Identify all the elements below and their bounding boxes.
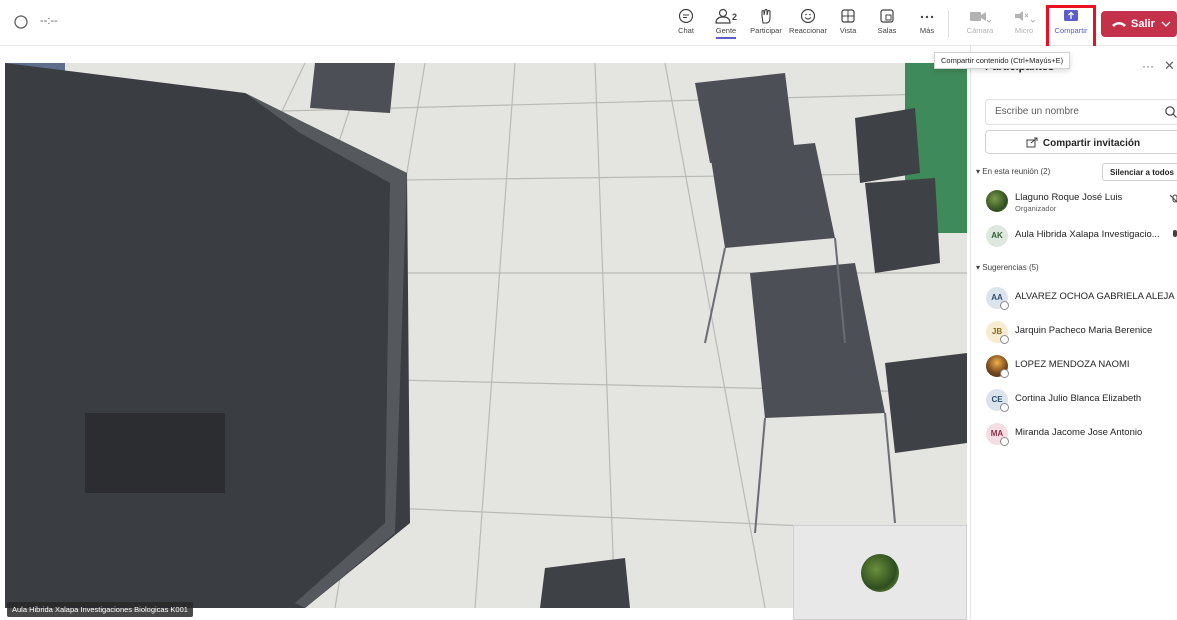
participant-name: Cortina Julio Blanca Elizabeth: [1015, 393, 1142, 404]
shield-icon: [14, 15, 28, 29]
participant-name: Jarquin Pacheco Maria Berenice: [1015, 325, 1153, 336]
microphone-label: Micro: [1014, 26, 1034, 35]
chat-icon: [678, 8, 694, 24]
view-label: Vista: [839, 26, 857, 35]
search-participants-input[interactable]: Escribe un nombre: [985, 99, 1177, 125]
share-tooltip: Compartir contenido (Ctrl+Mayús+E): [934, 52, 1071, 69]
phone-hangup-icon: [1112, 22, 1126, 27]
leave-label: Salir: [1131, 18, 1155, 30]
participant-row[interactable]: AK Aula Hibrida Xalapa Investigacio...: [986, 221, 1177, 251]
mic-off-icon: [1015, 11, 1036, 23]
share-invitation-button[interactable]: Compartir invitación: [985, 130, 1177, 154]
raise-hand-button[interactable]: Participar: [744, 6, 788, 42]
offline-status-icon: [1000, 437, 1009, 446]
people-count-badge: 2: [732, 12, 737, 22]
view-button[interactable]: Vista: [826, 6, 870, 42]
participant-name: ALVAREZ OCHOA GABRIELA ALEJAN...: [1015, 291, 1175, 302]
more-label: Más: [919, 26, 935, 35]
suggestions-section-header[interactable]: ▾ Sugerencias (5): [976, 263, 1039, 272]
suggestion-row[interactable]: LOPEZ MENDOZA NAOMI: [986, 351, 1177, 381]
participant-initials-avatar: AK: [986, 225, 1008, 247]
meeting-toolbar: --:-- Chat 2 Gente Participar Reaccionar…: [0, 0, 1177, 49]
chat-label: Chat: [678, 26, 694, 35]
raise-hand-label: Participar: [750, 26, 782, 35]
grid-view-icon: [841, 9, 855, 23]
chat-button[interactable]: Chat: [664, 6, 708, 42]
suggestion-row[interactable]: MA Miranda Jacome Jose Antonio: [986, 419, 1177, 449]
more-button[interactable]: Más: [905, 6, 949, 42]
breakout-rooms-label: Salas: [877, 26, 897, 35]
participants-panel: Participantes ··· ✕ Escribe un nombre Co…: [970, 46, 1177, 620]
chevron-down-icon[interactable]: [1161, 20, 1171, 28]
video-participant-label: Aula Hibrida Xalapa Investigaciones Biol…: [7, 602, 193, 617]
camera-label: Cámara: [966, 26, 994, 35]
camera-button[interactable]: Cámara: [958, 6, 1002, 42]
suggestions-label: Sugerencias (5): [982, 263, 1039, 272]
toolbar-divider: [948, 10, 949, 38]
participant-name: Miranda Jacome Jose Antonio: [1015, 427, 1143, 438]
people-button[interactable]: 2 Gente: [704, 6, 748, 42]
panel-more-icon[interactable]: ···: [1142, 59, 1154, 73]
people-icon: 2: [715, 8, 737, 24]
suggestion-row[interactable]: JB Jarquin Pacheco Maria Berenice: [986, 317, 1177, 347]
camera-off-icon: [970, 12, 992, 23]
in-meeting-label: En esta reunión (2): [982, 167, 1051, 176]
self-avatar: [861, 554, 899, 592]
close-icon[interactable]: ✕: [1164, 58, 1175, 74]
participant-photo-avatar: [986, 190, 1008, 212]
meeting-timer: --:--: [40, 15, 58, 27]
offline-status-icon: [1000, 403, 1009, 412]
share-out-icon: [1026, 137, 1038, 148]
participant-name: Llaguno Roque José Luis: [1015, 192, 1123, 203]
self-view-tile[interactable]: [793, 525, 967, 620]
search-placeholder: Escribe un nombre: [995, 106, 1079, 117]
participant-name: LOPEZ MENDOZA NAOMI: [1015, 359, 1130, 370]
share-invitation-label: Compartir invitación: [1042, 138, 1141, 149]
in-meeting-section-header[interactable]: ▾ En esta reunión (2): [976, 167, 1050, 176]
breakout-rooms-icon: [880, 9, 894, 23]
suggestion-row[interactable]: CE Cortina Julio Blanca Elizabeth: [986, 385, 1177, 415]
microphone-button[interactable]: Micro: [1002, 6, 1046, 42]
offline-status-icon: [1000, 301, 1009, 310]
offline-status-icon: [1000, 369, 1009, 378]
mute-all-button[interactable]: Silenciar a todos: [1102, 163, 1177, 181]
suggestion-row[interactable]: AA ALVAREZ OCHOA GABRIELA ALEJAN...: [986, 283, 1177, 313]
more-icon: [920, 15, 934, 19]
mic-off-icon: [1169, 194, 1177, 203]
raise-hand-icon: [761, 8, 771, 24]
people-label: Gente: [715, 26, 737, 39]
react-button[interactable]: Reaccionar: [786, 6, 830, 42]
smiley-icon: [800, 8, 816, 24]
offline-status-icon: [1000, 335, 1009, 344]
search-icon[interactable]: [1164, 105, 1177, 119]
mic-icon: [1173, 230, 1177, 237]
share-highlight-box: [1046, 5, 1096, 49]
breakout-rooms-button[interactable]: Salas: [865, 6, 909, 42]
participant-role: Organizador: [1015, 204, 1057, 213]
participant-row[interactable]: Llaguno Roque José Luis Organizador: [986, 186, 1177, 216]
react-label: Reaccionar: [789, 26, 827, 35]
leave-button[interactable]: Salir: [1101, 11, 1177, 37]
participant-name: Aula Hibrida Xalapa Investigacio...: [1015, 229, 1160, 240]
